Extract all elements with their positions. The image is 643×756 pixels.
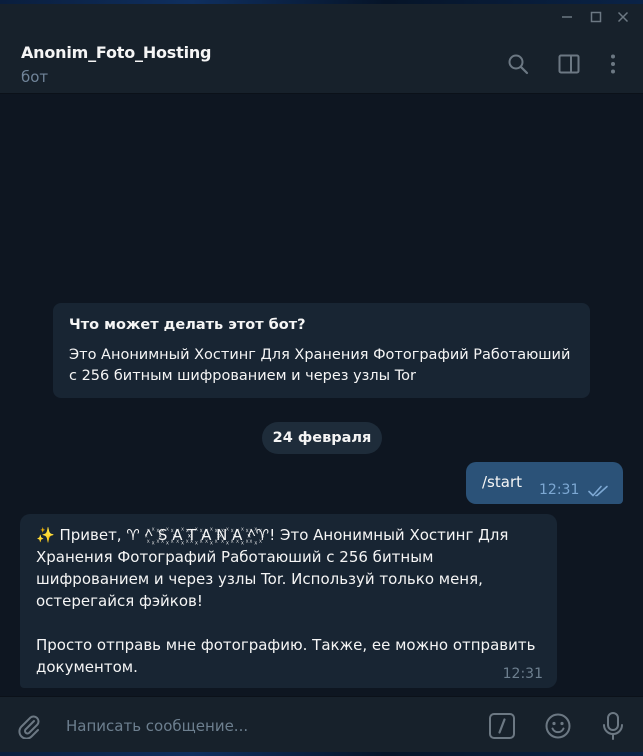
bot-description-card: Что может делать этот бот? Это Анонимный… [53, 303, 590, 398]
chat-header[interactable]: Anonim_Foto_Hosting бот [0, 30, 643, 94]
telegram-window: Anonim_Foto_Hosting бот Что может делать… [0, 4, 643, 752]
message-text: ✨ Привет, ♈ ^꙰ S꙰ A꙰ T꙰ A꙰ N꙰ A꙰ ^꙰♈! Эт… [36, 526, 536, 676]
desktop-background: Anonim_Foto_Hosting бот Что может делать… [0, 0, 643, 756]
search-icon[interactable] [506, 52, 530, 76]
bot-description-text: Это Анонимный Хостинг Для Хранения Фотог… [69, 347, 571, 384]
minimize-icon[interactable] [558, 8, 576, 26]
double-check-icon [588, 485, 610, 497]
message-time: 12:31 [502, 666, 543, 682]
close-icon[interactable] [614, 8, 632, 26]
window-titlebar [0, 4, 643, 30]
maximize-icon[interactable] [587, 8, 605, 26]
message-time: 12:31 [539, 482, 580, 498]
bot-command-icon[interactable] [488, 712, 516, 740]
date-separator: 24 февраля [262, 422, 382, 454]
chat-subtitle: бот [21, 68, 49, 86]
message-composer [0, 696, 643, 752]
bot-description-title: Что может делать этот бот? [69, 317, 306, 333]
message-text: /start [482, 473, 522, 491]
microphone-icon[interactable] [600, 711, 626, 741]
incoming-message[interactable]: ✨ Привет, ♈ ^꙰ S꙰ A꙰ T꙰ A꙰ N꙰ A꙰ ^꙰♈! Эт… [20, 514, 557, 688]
message-list[interactable]: Что может делать этот бот? Это Анонимный… [0, 95, 643, 695]
paperclip-icon[interactable] [16, 713, 42, 739]
more-vertical-icon[interactable] [601, 52, 625, 76]
sidebar-toggle-icon[interactable] [557, 52, 581, 76]
emoji-icon[interactable] [544, 712, 572, 740]
chat-title[interactable]: Anonim_Foto_Hosting [21, 43, 212, 62]
outgoing-message[interactable]: /start 12:31 [466, 462, 623, 504]
message-input[interactable] [66, 715, 466, 737]
